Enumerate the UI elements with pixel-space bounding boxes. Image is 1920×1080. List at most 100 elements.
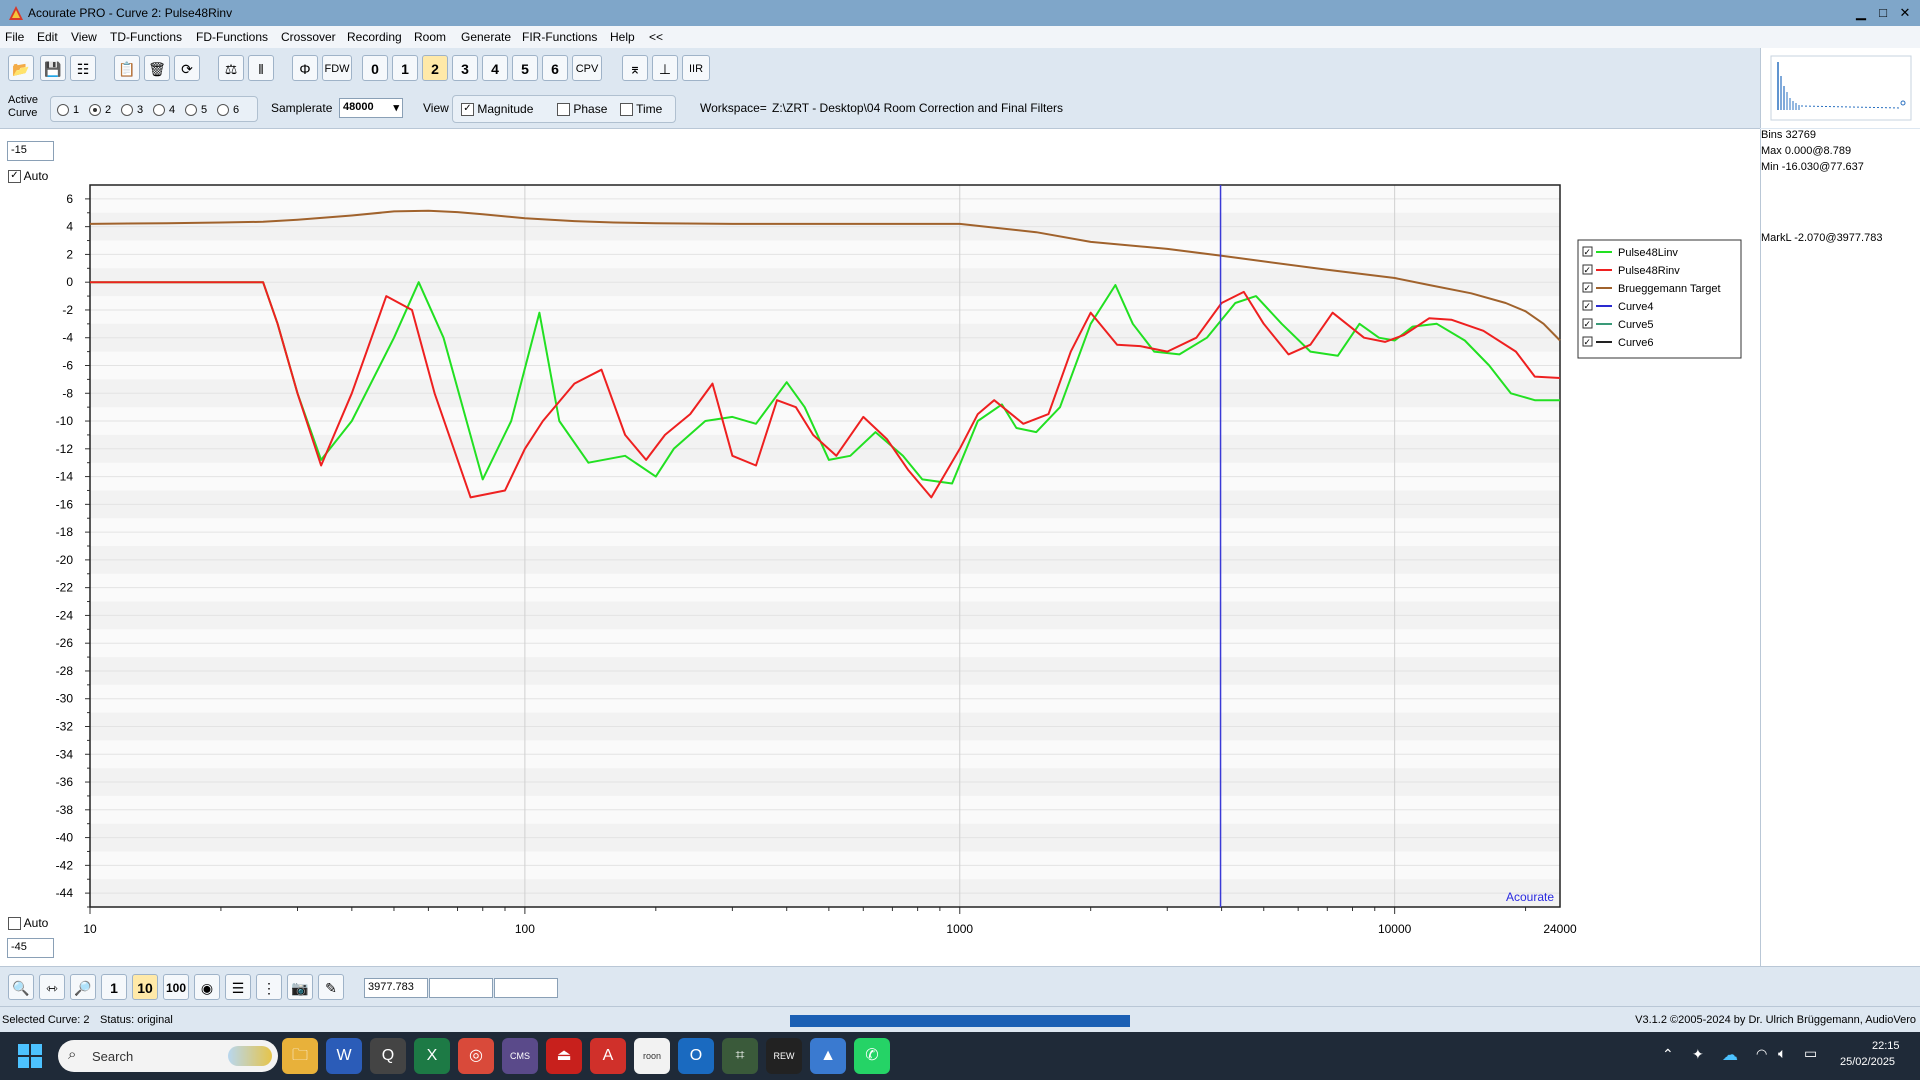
radio-indicator	[217, 103, 229, 116]
highpass-icon[interactable]: ⌆	[622, 55, 648, 81]
rotate-icon[interactable]: ⟳	[174, 55, 200, 81]
menu-td-functions[interactable]: TD-Functions	[110, 30, 182, 44]
y-tick-label: -4	[62, 331, 73, 345]
zoom-in-icon[interactable]: 🔍	[8, 974, 34, 1000]
value-field-2[interactable]	[429, 978, 493, 998]
whatsapp-icon[interactable]: ✆	[854, 1038, 890, 1074]
zoom-out-icon[interactable]: 🔎	[70, 974, 96, 1000]
menu-fd-functions[interactable]: FD-Functions	[196, 30, 268, 44]
menu-generate[interactable]: Generate	[461, 30, 511, 44]
magnifier-app-icon[interactable]: Q	[370, 1038, 406, 1074]
fit-width-icon[interactable]: ⇿	[39, 974, 65, 1000]
maximize-button[interactable]: □	[1872, 4, 1894, 22]
menu-recording[interactable]: Recording	[347, 30, 402, 44]
legend-label: Pulse48Rinv	[1618, 265, 1680, 277]
outlook-icon[interactable]: O	[678, 1038, 714, 1074]
edit-icon[interactable]: ✎	[318, 974, 344, 1000]
open-icon[interactable]: 📂	[8, 55, 34, 81]
windows-start-icon[interactable]	[18, 1044, 42, 1068]
curve-1-button[interactable]: 1	[392, 55, 418, 81]
active-curve-radio-3[interactable]: 3	[121, 102, 143, 116]
menu-file[interactable]: File	[5, 30, 24, 44]
onedrive-icon[interactable]: ☁	[1722, 1045, 1738, 1065]
impulse-preview[interactable]	[1760, 48, 1920, 128]
save-icon[interactable]: 💾	[40, 55, 66, 81]
menu-edit[interactable]: Edit	[37, 30, 58, 44]
scale-1-button[interactable]: 1	[101, 974, 127, 1000]
excel-icon[interactable]: X	[414, 1038, 450, 1074]
y-tick-label: -30	[56, 692, 74, 706]
curve-4-button[interactable]: 4	[482, 55, 508, 81]
wifi-icon[interactable]: ◠	[1756, 1046, 1767, 1062]
dropbox-icon[interactable]: ✦	[1692, 1046, 1704, 1063]
fdw-button[interactable]: FDW	[322, 55, 352, 81]
y-tick-label: 0	[66, 275, 73, 289]
roon-icon[interactable]: roon	[634, 1038, 670, 1074]
active-curve-radio-5[interactable]: 5	[185, 102, 207, 116]
y-tick-label: -34	[56, 747, 74, 761]
curve-6-button[interactable]: 6	[542, 55, 568, 81]
time-checkbox[interactable]: Time	[620, 102, 662, 117]
value-field-3[interactable]	[494, 978, 558, 998]
magnitude-checkbox[interactable]: ✓ Magnitude	[461, 102, 533, 117]
scale-100-button[interactable]: 100	[163, 974, 189, 1000]
battery-icon[interactable]: ▭	[1804, 1045, 1817, 1062]
chevron-up-icon[interactable]: ⌃	[1662, 1046, 1674, 1063]
frequency-response-chart[interactable]: 6 4 2 0 -2 -4 -6 -8 -10 -12 -14 -16 -18 -20 -22 -24 -26 -…	[0, 129, 1760, 966]
rew-icon[interactable]: REW	[766, 1038, 802, 1074]
photos-icon[interactable]: ▲	[810, 1038, 846, 1074]
impulse-icon[interactable]: ⊥	[652, 55, 678, 81]
analyzer-icon[interactable]: ⌗	[722, 1038, 758, 1074]
curve-5-button[interactable]: 5	[512, 55, 538, 81]
tree-icon[interactable]: ☷	[70, 55, 96, 81]
cpv-button[interactable]: CPV	[572, 55, 602, 81]
clock-time[interactable]: 22:15	[1872, 1040, 1900, 1052]
lines-icon[interactable]: ☰	[225, 974, 251, 1000]
target-icon[interactable]: ◉	[194, 974, 220, 1000]
tuning-icon[interactable]: ǁ	[248, 55, 274, 81]
acourate-icon[interactable]: A	[590, 1038, 626, 1074]
minimize-button[interactable]: ▁	[1850, 4, 1872, 22]
y-tick-label: -26	[56, 636, 74, 650]
scale-10-button[interactable]: 10	[132, 974, 158, 1000]
trash-icon[interactable]: 🗑	[144, 55, 170, 81]
grid-icon[interactable]: ⋮	[256, 974, 282, 1000]
info-panel: Bins 32769 Max 0.000@8.789 Min -16.030@7…	[1760, 129, 1920, 966]
progress-bar	[790, 1015, 1130, 1027]
clock-date[interactable]: 25/02/2025	[1840, 1056, 1895, 1068]
close-button[interactable]: ✕	[1894, 4, 1916, 22]
y-tick-label: -36	[56, 775, 74, 789]
clipboard-icon[interactable]: 📋	[114, 55, 140, 81]
menu-collapse[interactable]: <<	[649, 30, 663, 44]
word-icon[interactable]: W	[326, 1038, 362, 1074]
legend-check-mark: ✓	[1584, 302, 1592, 312]
acrobat-icon[interactable]: ⏏	[546, 1038, 582, 1074]
y-tick-label: -10	[56, 414, 74, 428]
taskbar-search-box[interactable]: ⌕ Search	[58, 1040, 278, 1072]
active-curve-radio-4[interactable]: 4	[153, 102, 175, 116]
volume-icon[interactable]: 🔈︎	[1778, 1045, 1786, 1062]
phase-icon[interactable]: Φ	[292, 55, 318, 81]
active-curve-radio-2[interactable]: 2	[89, 102, 111, 116]
iir-button[interactable]: IIR	[682, 55, 710, 81]
menu-crossover[interactable]: Crossover	[281, 30, 336, 44]
chrome-icon[interactable]: ◎	[458, 1038, 494, 1074]
radio-indicator	[185, 103, 197, 116]
active-curve-radio-1[interactable]: 1	[57, 102, 79, 116]
menu-view[interactable]: View	[71, 30, 97, 44]
active-curve-radio-6[interactable]: 6	[217, 102, 239, 116]
cms-icon[interactable]: CMS	[502, 1038, 538, 1074]
file-explorer-icon[interactable]: 🗀	[282, 1038, 318, 1074]
menu-help[interactable]: Help	[610, 30, 635, 44]
camera-icon[interactable]: 📷	[287, 974, 313, 1000]
curve-3-button[interactable]: 3	[452, 55, 478, 81]
menu-fir-functions[interactable]: FIR-Functions	[522, 30, 597, 44]
marker-frequency-field[interactable]: 3977.783	[364, 978, 428, 998]
phase-checkbox[interactable]: Phase	[557, 102, 607, 117]
y-tick-label: -22	[56, 581, 74, 595]
menu-room[interactable]: Room	[414, 30, 446, 44]
curve-2-button[interactable]: 2	[422, 55, 448, 81]
samplerate-select[interactable]: 48000 ▾	[339, 98, 403, 118]
curve-0-button[interactable]: 0	[362, 55, 388, 81]
mixer-icon[interactable]: ⚖	[218, 55, 244, 81]
